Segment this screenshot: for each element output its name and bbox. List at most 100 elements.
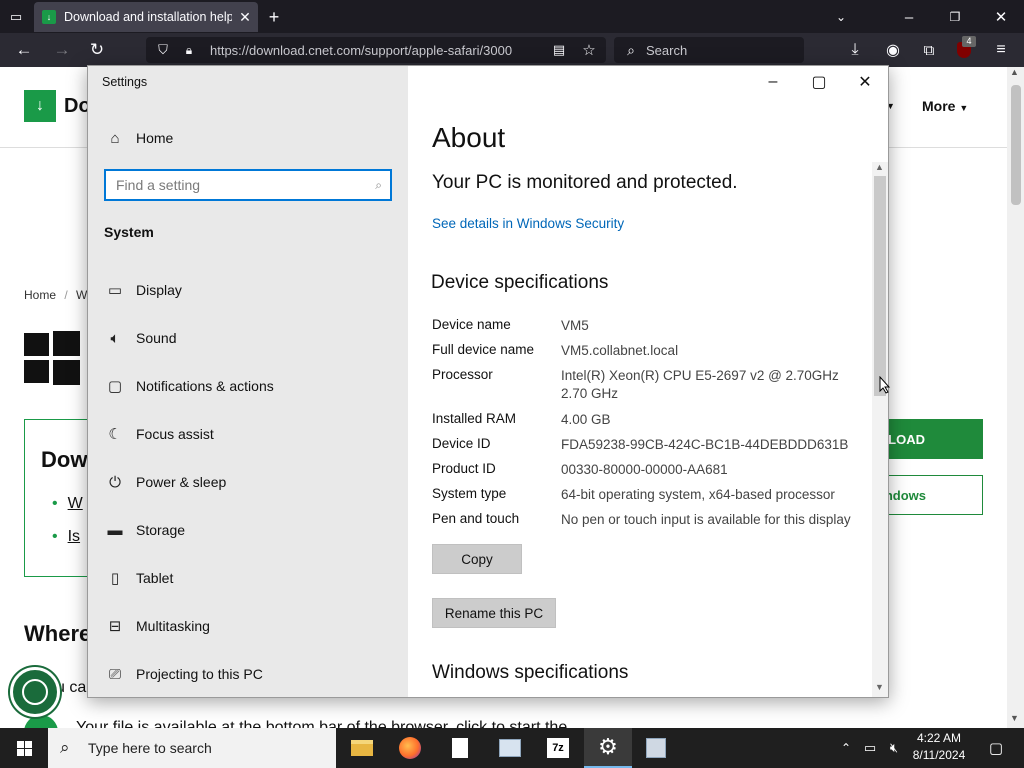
browser-search-placeholder: Search [646,42,688,58]
nav-item-notifications[interactable]: ▢ Notifications & actions [88,366,408,406]
list-all-tabs-icon[interactable]: ⌄ [830,6,852,28]
browser-search-bar[interactable]: ⌕ Search [614,37,804,63]
copy-button[interactable]: Copy [432,544,522,574]
bullet-link-2[interactable]: • Is [52,528,80,546]
more-menu[interactable]: More ▼ [922,98,968,114]
system-info-icon[interactable] [632,728,680,768]
spec-label: Product ID [432,461,496,476]
scroll-down-icon[interactable]: ▼ [1010,713,1019,723]
chevron-down-icon: ▼ [959,103,969,113]
page-scrollbar[interactable]: ▲ ▼ [1007,67,1024,728]
nav-item-label: Projecting to this PC [136,666,263,682]
shield-icon[interactable]: ⛉ [154,41,172,59]
7zip-icon[interactable]: 7z [534,728,582,768]
windows-button-label: ndows [884,487,926,503]
tab-title: Download and installation help [64,10,232,24]
taskbar-search-input[interactable]: ⌕ Type here to search [48,728,336,768]
nav-item-power-sleep[interactable]: ⏻ Power & sleep [88,462,408,502]
clock[interactable]: 4:22 AM 8/11/2024 [906,730,972,766]
spec-label: Device name [432,317,511,332]
nav-item-storage[interactable]: ▬ Storage [88,510,408,550]
notepad-icon[interactable] [436,728,484,768]
nav-item-label: Multitasking [136,618,210,634]
network-icon[interactable]: ▭ [858,728,882,768]
find-setting-input[interactable]: Find a setting ⌕ [104,169,392,201]
breadcrumb-home[interactable]: Home [24,288,56,302]
menu-icon[interactable]: ≡ [990,39,1012,61]
spec-value: No pen or touch input is available for t… [561,512,851,527]
extensions-icon[interactable]: ⧉ [918,39,940,61]
extension-badge: 4 [962,36,976,47]
spec-label: Installed RAM [432,411,517,426]
start-button[interactable] [0,728,48,768]
windows-specs-heading: Windows specifications [432,662,629,683]
scroll-up-icon[interactable]: ▲ [875,162,884,172]
nav-home[interactable]: ⌂ Home [88,118,408,158]
nav-item-tablet[interactable]: ▯ Tablet [88,558,408,598]
reload-icon[interactable]: ↻ [85,39,109,61]
new-tab-icon[interactable]: + [263,6,285,28]
search-icon: ⌕ [60,738,70,757]
lock-icon[interactable]: 🔒︎ [180,41,198,59]
image-viewer-icon[interactable] [486,728,534,768]
breadcrumb-next[interactable]: W [76,288,87,302]
back-icon[interactable]: ← [12,39,36,61]
clock-date: 8/11/2024 [912,748,966,762]
browser-tab-active[interactable]: ↓ Download and installation help ✕ [34,2,258,32]
url-text[interactable]: https://download.cnet.com/support/apple-… [210,43,512,58]
multitasking-icon: ⊟ [108,618,122,635]
about-scrollbar[interactable]: ▲ ▼ [872,162,888,697]
volume-muted-icon[interactable]: 🔇︎ [882,728,906,768]
sound-icon: 🔈︎ [110,329,120,347]
search-icon: ⌕ [627,41,635,58]
moon-icon: ☾ [108,426,122,443]
file-explorer-icon[interactable] [338,728,386,768]
windows-logo-icon [24,331,80,385]
green-circle-icon [24,715,58,728]
nav-item-display[interactable]: ▭ Display [88,270,408,310]
nav-item-focus-assist[interactable]: ☾ Focus assist [88,414,408,454]
spec-label: System type [432,486,507,501]
downloads-icon[interactable]: ⤓ [844,39,866,61]
rename-pc-button[interactable]: Rename this PC [432,598,556,628]
notifications-icon: ▢ [107,378,123,395]
bookmark-star-icon[interactable]: ☆ [580,41,598,59]
about-scrollbar-thumb[interactable] [874,176,886,396]
reader-view-icon[interactable]: ▤ [550,41,568,59]
close-button[interactable]: ✕ [842,66,888,98]
settings-taskbar-icon[interactable]: ⚙ [584,728,632,768]
minimize-button[interactable]: – [750,66,796,98]
spec-value: Intel(R) Xeon(R) CPU E5-2697 v2 @ 2.70GH… [561,368,839,401]
scroll-up-icon[interactable]: ▲ [1010,67,1019,77]
nav-item-multitasking[interactable]: ⊟ Multitasking [88,606,408,646]
restore-browser-icon[interactable]: ❐ [944,6,966,28]
firefox-icon[interactable] [386,728,434,768]
bullet-link-1-text[interactable]: W [68,495,83,512]
spec-value: VM5 [561,318,589,333]
minimize-browser-icon[interactable]: – [898,6,920,28]
browser-tab-strip: ▭ ↓ Download and installation help ✕ + ⌄… [0,0,1024,33]
url-bar[interactable]: ⛉ 🔒︎ https://download.cnet.com/support/a… [146,37,606,63]
cookie-icon [22,679,48,705]
action-center-icon[interactable]: ▢ [972,728,1020,768]
windows-start-icon [16,740,32,756]
cnet-logo-icon[interactable]: ↓ [24,90,56,122]
show-hidden-icons-icon[interactable]: ⌃ [834,728,858,768]
nav-item-projecting[interactable]: ⎚ Projecting to this PC [88,654,408,694]
bullet-link-2-text[interactable]: Is [68,528,80,545]
scroll-down-icon[interactable]: ▼ [875,682,884,692]
section-label-system: System [104,224,154,240]
security-details-link[interactable]: See details in Windows Security [432,216,624,231]
account-icon[interactable]: ◉ [882,39,904,61]
breadcrumb: Home / W [24,288,87,302]
close-browser-icon[interactable]: ✕ [990,6,1012,28]
maximize-button[interactable]: ▢ [796,66,842,98]
close-tab-icon[interactable]: ✕ [232,9,258,26]
forward-icon[interactable]: → [50,39,74,61]
cookie-settings-button[interactable] [10,667,60,717]
nav-item-label: Sound [136,330,177,346]
page-scrollbar-thumb[interactable] [1011,85,1021,205]
bullet-link-1[interactable]: • W [52,495,83,513]
tab-list-icon[interactable]: ▭ [6,7,26,27]
nav-item-sound[interactable]: 🔈︎ Sound [88,318,408,358]
